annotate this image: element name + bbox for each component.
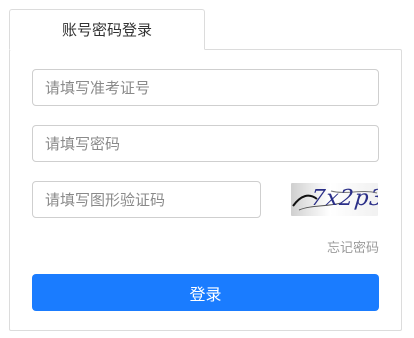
captcha-input[interactable] [32,181,261,218]
exam-number-input[interactable] [32,69,379,106]
login-button[interactable]: 登录 [32,274,379,311]
tab-account-password-login[interactable]: 账号密码登录 [9,9,205,50]
password-input[interactable] [32,125,379,162]
forgot-password-link[interactable]: 忘记密码 [327,237,379,256]
captcha-image[interactable]: 7x2p3 [291,183,378,216]
captcha-text: 7x2p3 [309,186,378,211]
